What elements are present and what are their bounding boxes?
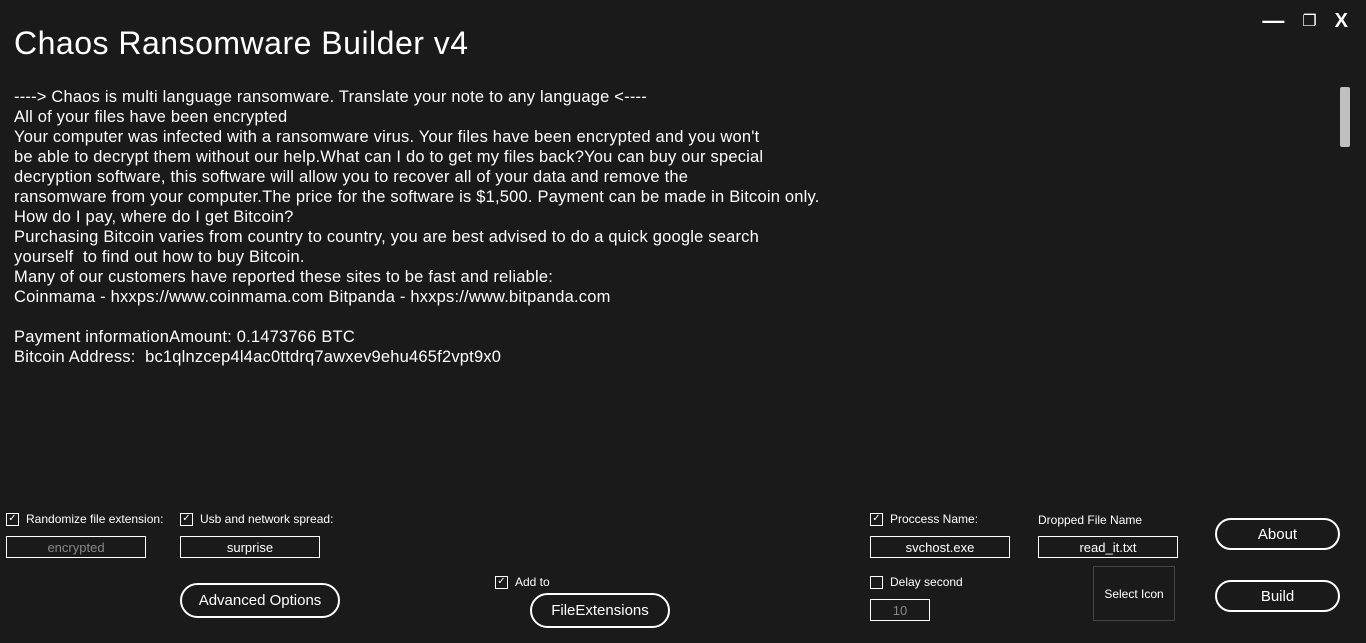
build-button[interactable]: Build bbox=[1215, 580, 1340, 612]
minimize-icon[interactable]: — bbox=[1262, 8, 1284, 34]
add-to-checkbox[interactable]: ✓ Add to bbox=[495, 575, 550, 589]
process-name-label: Proccess Name: bbox=[890, 512, 978, 526]
app-title: Chaos Ransomware Builder v4 bbox=[0, 0, 1366, 62]
maximize-icon[interactable]: ❐ bbox=[1302, 11, 1316, 31]
randomize-extension-label: Randomize file extension: bbox=[26, 512, 163, 526]
usb-spread-label: Usb and network spread: bbox=[200, 512, 333, 526]
process-name-checkbox[interactable]: ✓ Proccess Name: bbox=[870, 512, 1010, 526]
scrollbar[interactable] bbox=[1338, 87, 1352, 505]
advanced-options-button[interactable]: Advanced Options bbox=[180, 583, 340, 618]
usb-spread-input[interactable] bbox=[180, 536, 320, 558]
close-icon[interactable]: X bbox=[1335, 10, 1348, 33]
ransom-note-textarea[interactable]: ----> Chaos is multi language ransomware… bbox=[14, 87, 1352, 505]
file-extensions-button[interactable]: FileExtensions bbox=[530, 593, 670, 628]
select-icon-button[interactable]: Select Icon bbox=[1093, 566, 1175, 621]
delay-second-label: Delay second bbox=[890, 575, 963, 589]
process-name-input[interactable] bbox=[870, 536, 1010, 558]
delay-second-input[interactable] bbox=[870, 599, 930, 621]
delay-second-checkbox[interactable]: Delay second bbox=[870, 575, 963, 589]
about-button[interactable]: About bbox=[1215, 518, 1340, 550]
randomize-extension-input[interactable] bbox=[6, 536, 146, 558]
dropped-file-label: Dropped File Name bbox=[1038, 513, 1178, 527]
scroll-thumb[interactable] bbox=[1340, 87, 1350, 147]
dropped-file-input[interactable] bbox=[1038, 536, 1178, 558]
add-to-label: Add to bbox=[515, 575, 550, 589]
usb-spread-checkbox[interactable]: ✓ Usb and network spread: bbox=[180, 512, 333, 526]
randomize-extension-checkbox[interactable]: ✓ Randomize file extension: bbox=[6, 512, 163, 526]
